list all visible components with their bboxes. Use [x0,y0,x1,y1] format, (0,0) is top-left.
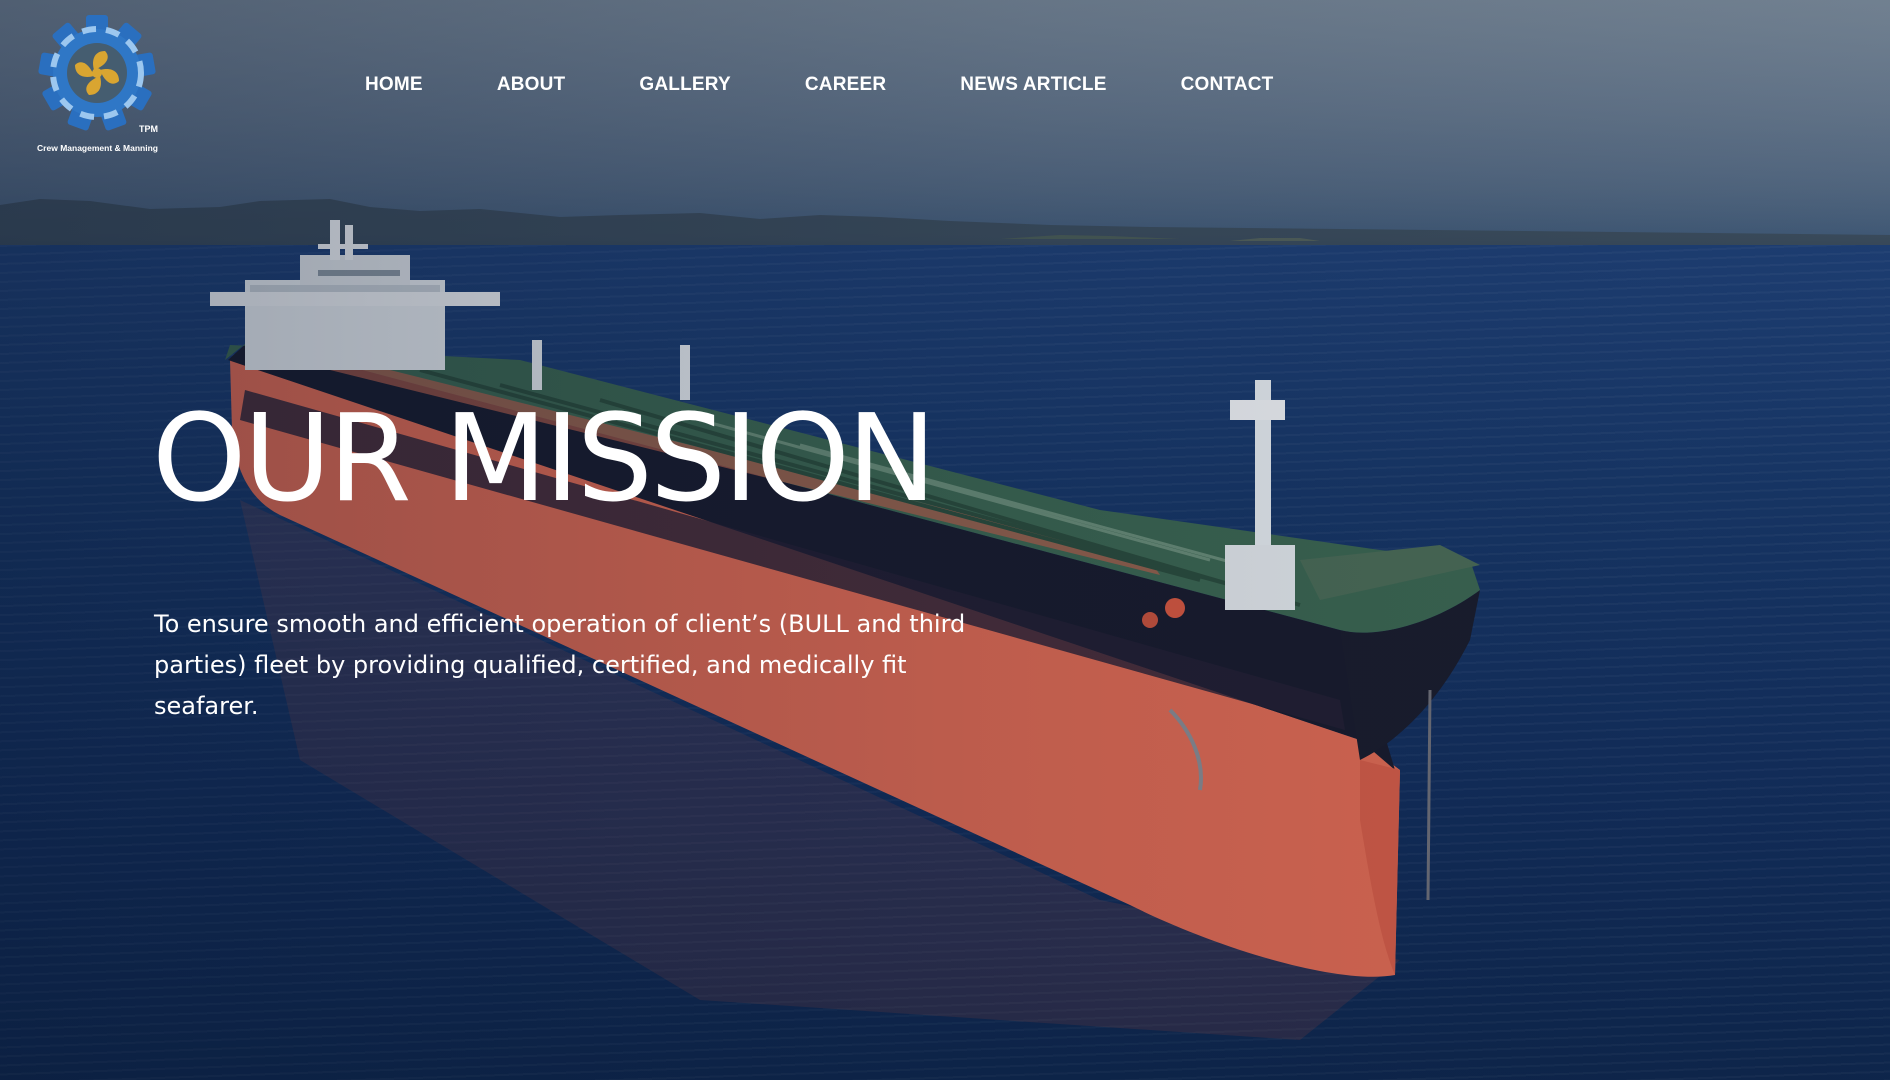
hero-background [0,0,1890,1080]
logo-tagline: Crew Management & Manning [37,143,158,153]
nav-item-gallery[interactable]: GALLERY [639,74,730,96]
main-navigation: HOME ABOUT GALLERY CAREER NEWS ARTICLE C… [365,72,1273,98]
dark-overlay [0,0,1890,1080]
mission-description: To ensure smooth and efficient operation… [154,610,966,720]
nav-item-contact[interactable]: CONTACT [1181,74,1274,96]
company-logo[interactable]: TPM Crew Management & Manning [30,14,165,159]
logo-mark-text: TPM [139,124,158,134]
nav-item-home[interactable]: HOME [365,74,423,96]
nav-item-about[interactable]: ABOUT [497,74,566,96]
nav-item-career[interactable]: CAREER [805,74,886,96]
nav-item-news-article[interactable]: NEWS ARTICLE [960,74,1106,96]
gear-propeller-logo-icon [38,15,156,131]
page-title: OUR MISSION [152,390,937,529]
hero-section: TPM Crew Management & Manning HOME ABOUT… [0,0,1890,1080]
